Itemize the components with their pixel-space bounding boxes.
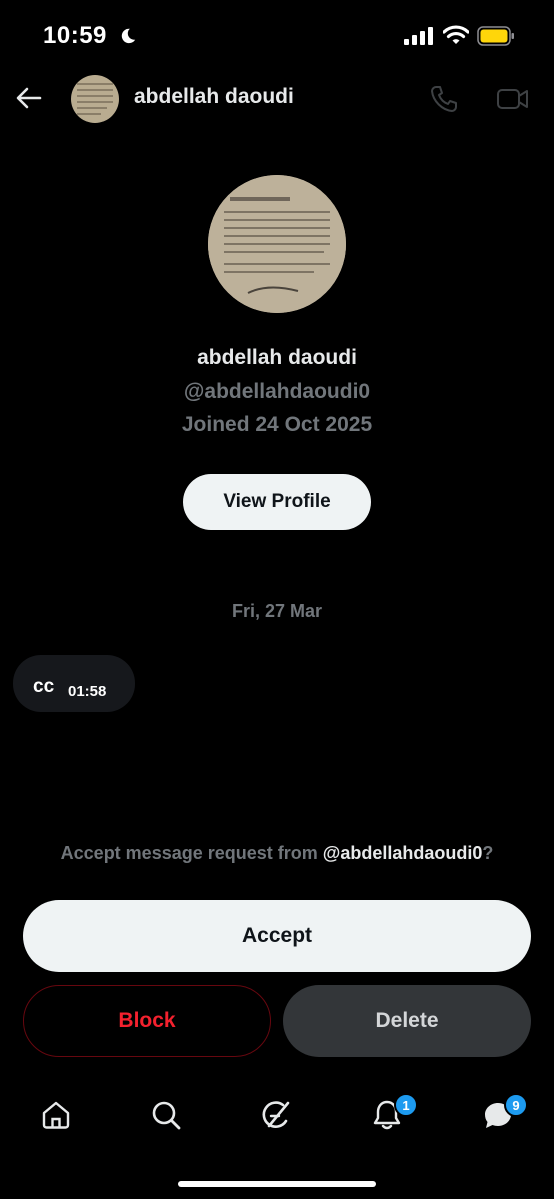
message-request-prompt: Accept message request from @abdellahdao…	[0, 843, 554, 864]
profile-avatar[interactable]	[208, 175, 346, 313]
profile-handle: @abdellahdaoudi0	[183, 380, 371, 403]
back-arrow-icon[interactable]	[16, 86, 42, 110]
message-text: cc	[33, 676, 55, 697]
phone-call-icon[interactable]	[429, 84, 459, 114]
search-icon[interactable]	[150, 1099, 182, 1131]
request-prompt-prefix: Accept message request from	[60, 843, 323, 863]
profile-name: abdellah daoudi	[197, 346, 357, 369]
moon-icon	[121, 28, 136, 44]
wifi-icon	[443, 25, 469, 44]
header-avatar[interactable]	[71, 75, 119, 123]
home-indicator[interactable]	[178, 1181, 376, 1187]
accept-button[interactable]: Accept	[23, 900, 531, 972]
profile-joined-date: Joined 24 Oct 2025	[181, 413, 373, 436]
cellular-signal-icon	[404, 27, 433, 45]
messages-badge: 9	[504, 1093, 528, 1117]
request-prompt-suffix: ?	[482, 843, 494, 863]
message-time: 01:58	[68, 683, 107, 700]
video-call-icon[interactable]	[496, 84, 530, 114]
battery-icon	[477, 26, 514, 46]
view-profile-button[interactable]: View Profile	[183, 474, 371, 530]
notifications-badge: 1	[394, 1093, 418, 1117]
home-icon[interactable]	[40, 1099, 72, 1131]
delete-button[interactable]: Delete	[283, 985, 531, 1057]
request-handle: @abdellahdaoudi0	[322, 843, 483, 863]
header-name[interactable]: abdellah daoudi	[134, 85, 294, 109]
grok-icon[interactable]	[260, 1099, 292, 1131]
status-time: 10:59	[43, 22, 107, 49]
date-separator: Fri, 27 Mar	[231, 601, 323, 621]
block-button[interactable]: Block	[23, 985, 271, 1057]
